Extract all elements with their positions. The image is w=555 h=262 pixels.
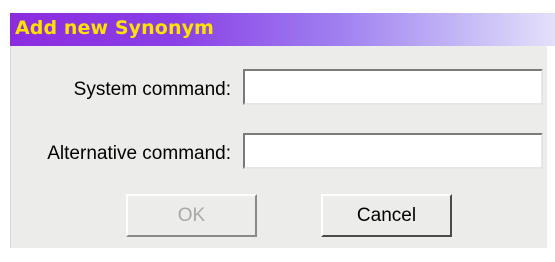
- dialog-title: Add new Synonym: [15, 17, 214, 39]
- dialog-panel: [10, 13, 547, 248]
- alternative-command-input[interactable]: [243, 133, 543, 169]
- dialog-titlebar: Add new Synonym: [10, 13, 555, 46]
- alternative-command-label: Alternative command:: [47, 143, 231, 164]
- ok-button[interactable]: OK: [126, 194, 257, 237]
- system-command-input[interactable]: [243, 69, 543, 105]
- cancel-button[interactable]: Cancel: [321, 194, 452, 237]
- add-synonym-dialog: Add new Synonym System command: Alternat…: [0, 0, 555, 262]
- system-command-label: System command:: [73, 79, 231, 100]
